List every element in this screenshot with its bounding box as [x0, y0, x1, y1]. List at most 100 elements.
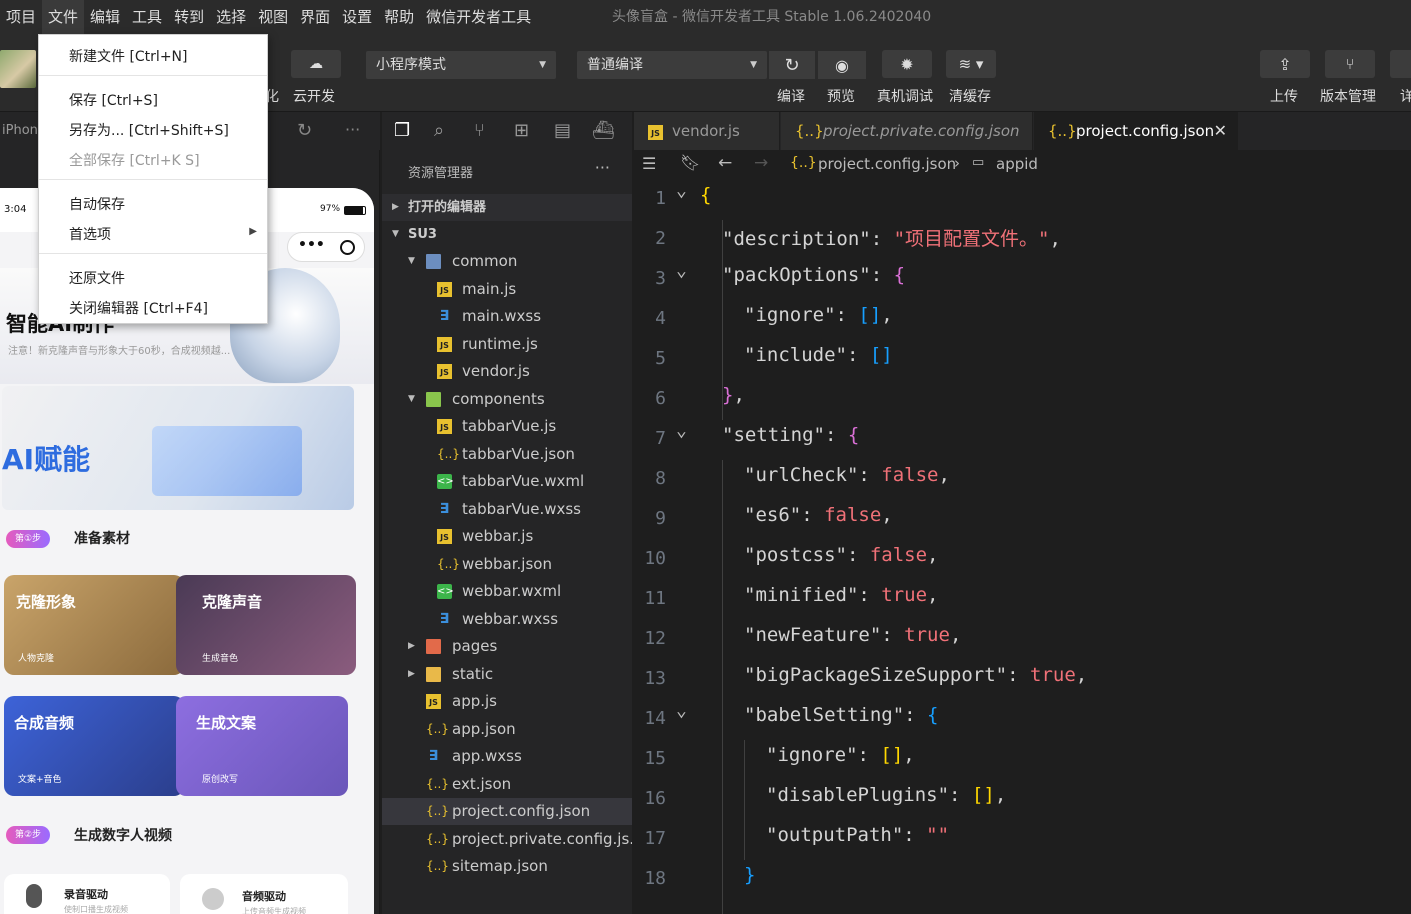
tree-item[interactable]: JS tabbarVue.js: [382, 413, 632, 440]
code-line: "disablePlugins": [],: [766, 784, 1006, 806]
menu-file[interactable]: 文件: [42, 0, 85, 34]
tree-item[interactable]: ▶ pages: [382, 633, 632, 660]
preview-button[interactable]: ◉: [818, 51, 866, 79]
breadcrumb-symbol[interactable]: appid: [996, 155, 1038, 173]
menu-item-revert-file[interactable]: 还原文件: [69, 268, 125, 288]
tree-item[interactable]: ▼ common: [382, 248, 632, 275]
tree-item[interactable]: {..} webbar.json: [382, 551, 632, 578]
tree-item[interactable]: ▼ components: [382, 386, 632, 413]
tree-item[interactable]: ∃ main.wxss: [382, 303, 632, 330]
tree-item[interactable]: {..} tabbarVue.json: [382, 441, 632, 468]
compile-label[interactable]: 编译: [777, 86, 805, 106]
fold-chevron-icon[interactable]: ⌄: [676, 420, 687, 441]
tree-item[interactable]: {..} app.json: [382, 716, 632, 743]
tree-item[interactable]: JS webbar.js: [382, 523, 632, 550]
menu-wechat-devtools[interactable]: 微信开发者工具: [420, 0, 537, 34]
menu-edit[interactable]: 编辑: [84, 0, 126, 34]
close-icon[interactable]: ✕: [1214, 112, 1227, 150]
fold-chevron-icon[interactable]: ⌄: [676, 700, 687, 721]
tree-item[interactable]: JS main.js: [382, 276, 632, 303]
project-root[interactable]: ▼ SU3: [382, 221, 632, 248]
menu-help[interactable]: 帮助: [378, 0, 420, 34]
menu-item-close-editor[interactable]: 关闭编辑器 [Ctrl+F4]: [69, 298, 208, 318]
upload-label[interactable]: 上传: [1270, 86, 1298, 106]
code-editor[interactable]: 1 ⌄ {2 "description": "项目配置文件。", 3 ⌄ "packOpti…: [634, 180, 1411, 914]
cloud-dev-label[interactable]: 云开发: [293, 86, 335, 106]
menu-tools[interactable]: 工具: [126, 0, 168, 34]
menu-settings[interactable]: 设置: [336, 0, 378, 34]
menu-project[interactable]: 项目: [0, 0, 42, 34]
compile-button[interactable]: ↻: [769, 51, 815, 79]
tree-item[interactable]: ∃ tabbarVue.wxss: [382, 496, 632, 523]
bookmark-icon[interactable]: 🔖︎: [680, 153, 700, 172]
tree-item[interactable]: ∃ app.wxss: [382, 743, 632, 770]
tree-item[interactable]: {..} ext.json: [382, 771, 632, 798]
extensions-icon[interactable]: ⊞: [514, 120, 529, 141]
files-icon[interactable]: ❐: [394, 120, 410, 141]
tree-item[interactable]: JS vendor.js: [382, 358, 632, 385]
tree-item[interactable]: <> tabbarVue.wxml: [382, 468, 632, 495]
menu-item-save[interactable]: 保存 [Ctrl+S]: [69, 90, 158, 110]
version-button[interactable]: ⑂: [1325, 50, 1375, 78]
docker-icon[interactable]: ⛴: [592, 120, 615, 141]
tree-item[interactable]: <> webbar.wxml: [382, 578, 632, 605]
compile-select[interactable]: 普通编译 ▼: [577, 51, 767, 79]
menu-selection[interactable]: 选择: [210, 0, 252, 34]
tree-item[interactable]: {..} project.private.config.js...: [382, 826, 632, 853]
tab-project-private-config[interactable]: {..} project.private.config.json: [781, 112, 1033, 150]
tab-vendor-js[interactable]: JS vendor.js: [634, 112, 780, 150]
menu-item-save-as[interactable]: 另存为... [Ctrl+Shift+S]: [69, 120, 229, 140]
tree-item[interactable]: ▶ static: [382, 661, 632, 688]
user-avatar[interactable]: [0, 50, 36, 88]
fold-chevron-icon[interactable]: ⌄: [676, 180, 687, 201]
mode-select[interactable]: 小程序模式 ▼: [366, 51, 556, 79]
version-label[interactable]: 版本管理: [1320, 86, 1376, 106]
chevron-down-icon: ▼: [539, 60, 546, 70]
tree-item[interactable]: ∃ webbar.wxss: [382, 606, 632, 633]
line-number: 13: [644, 668, 666, 689]
more-icon[interactable]: ···: [345, 120, 360, 139]
upload-button[interactable]: ⇪: [1260, 50, 1310, 78]
code-token: {: [893, 264, 906, 286]
list-icon[interactable]: ☰: [642, 154, 656, 173]
source-control-icon[interactable]: ⑂: [474, 120, 485, 141]
menu-view[interactable]: 视图: [252, 0, 294, 34]
capsule-button[interactable]: •••: [287, 232, 365, 262]
tab-project-config[interactable]: {..} project.config.json ✕: [1034, 112, 1238, 150]
tree-item-label: app.json: [452, 719, 516, 738]
card-record-drive[interactable]: 录音驱动 使制口播生成视频: [4, 874, 170, 914]
cloud-dev-button[interactable]: ☁: [291, 50, 341, 78]
more-icon[interactable]: ···: [595, 158, 610, 177]
menu-item-auto-save[interactable]: 自动保存: [69, 194, 125, 214]
menu-item-preferences[interactable]: 首选项: [69, 224, 111, 244]
card-synth-audio[interactable]: 合成音频 文案+音色: [4, 696, 184, 796]
menu-interface[interactable]: 界面: [294, 0, 336, 34]
tree-item[interactable]: {..} project.config.json: [382, 798, 632, 825]
back-icon[interactable]: ←: [718, 153, 732, 173]
search-icon[interactable]: ⌕: [434, 120, 444, 141]
device-debug-label[interactable]: 真机调试: [877, 86, 933, 106]
preview-label[interactable]: 预览: [827, 86, 855, 106]
details-label[interactable]: 详: [1400, 86, 1411, 106]
card-clone-image[interactable]: 克隆形象 人物克隆: [4, 575, 184, 675]
clear-cache-label[interactable]: 清缓存: [949, 86, 991, 106]
breadcrumb-file[interactable]: project.config.json: [818, 155, 956, 173]
card-gen-copy[interactable]: 生成文案 原创改写: [176, 696, 348, 796]
tree-item[interactable]: {..} sitemap.json: [382, 853, 632, 880]
menu-goto[interactable]: 转到: [168, 0, 210, 34]
card-audio-drive[interactable]: 音频驱动 上传音频生成视频: [180, 874, 348, 914]
tree-item[interactable]: JS app.js: [382, 688, 632, 715]
clear-cache-button[interactable]: ≋ ▾: [946, 50, 996, 78]
tree-item[interactable]: JS runtime.js: [382, 331, 632, 358]
ai-banner[interactable]: AI赋能: [2, 386, 354, 510]
menu-item-new-file[interactable]: 新建文件 [Ctrl+N]: [69, 46, 188, 66]
open-editors-section[interactable]: ▶ 打开的编辑器: [382, 194, 632, 221]
details-button[interactable]: [1390, 50, 1411, 78]
forward-icon[interactable]: →: [754, 153, 768, 173]
layout-icon[interactable]: ▤: [554, 120, 571, 141]
refresh-icon[interactable]: ↻: [297, 120, 312, 141]
code-token: "minified": [744, 584, 859, 606]
device-debug-button[interactable]: ✹: [882, 50, 932, 78]
card-clone-voice[interactable]: 克隆声音 生成音色: [176, 575, 356, 675]
fold-chevron-icon[interactable]: ⌄: [676, 260, 687, 281]
